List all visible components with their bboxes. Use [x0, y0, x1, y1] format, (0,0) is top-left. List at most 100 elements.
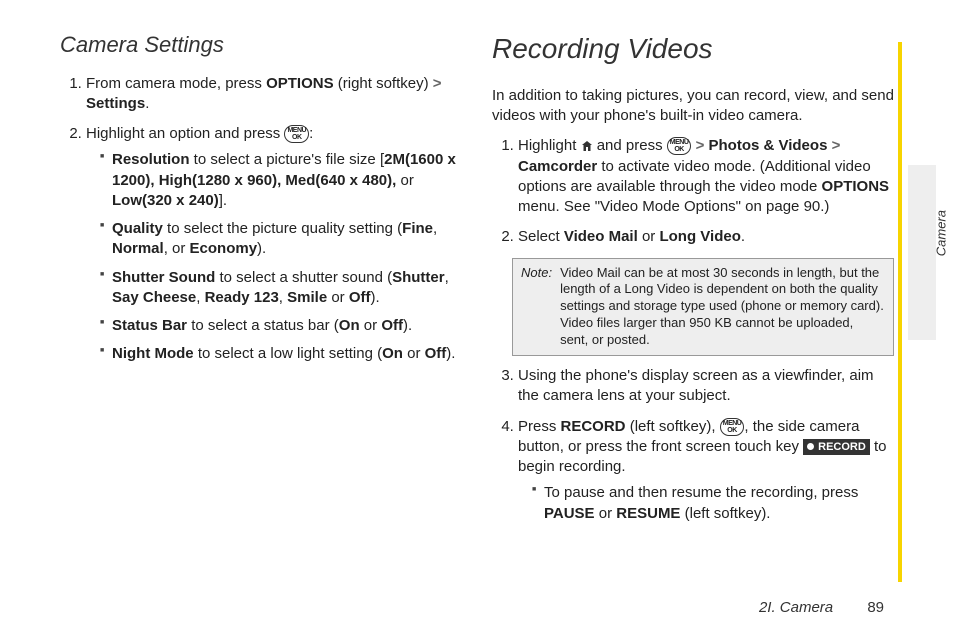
option-quality: Quality to select the picture quality se…: [100, 219, 462, 260]
value: Off: [349, 289, 371, 306]
text: Select: [518, 228, 564, 245]
accent-rule: [898, 42, 902, 582]
label: Resolution: [112, 151, 190, 168]
substeps: To pause and then resume the recording, …: [518, 483, 894, 524]
text: ).: [257, 240, 266, 257]
menu-ok-icon: MENUOK: [667, 137, 692, 155]
text: , or: [164, 240, 190, 257]
value: Ready 123: [205, 289, 279, 306]
text: or: [327, 289, 349, 306]
text: ].: [219, 192, 227, 209]
step-4: Press RECORD (left softkey), MENUOK, the…: [518, 417, 894, 524]
recording-steps-cont: Using the phone's display screen as a vi…: [492, 366, 894, 524]
text: ,: [433, 220, 437, 237]
text: ,: [445, 269, 449, 286]
note-label: Note:: [521, 265, 552, 349]
recording-steps: Highlight and press MENUOK > Photos & Vi…: [492, 136, 894, 247]
menu-ok-icon: MENUOK: [720, 418, 745, 436]
heading-recording-videos: Recording Videos: [492, 30, 894, 68]
note-box: Note: Video Mail can be at most 30 secon…: [512, 258, 894, 356]
gt-icon: >: [433, 75, 442, 92]
text: Highlight: [518, 137, 581, 154]
pause-key: PAUSE: [544, 505, 595, 522]
substep-pause-resume: To pause and then resume the recording, …: [532, 483, 894, 524]
side-section-label: Camera: [933, 210, 948, 256]
option-list: Resolution to select a picture's file si…: [86, 150, 462, 364]
text: to select a picture's file size [: [190, 151, 385, 168]
right-column: Recording Videos In addition to taking p…: [492, 30, 894, 616]
gt-icon: >: [696, 137, 705, 154]
text: Press: [518, 418, 561, 435]
text: to select a status bar (: [187, 317, 339, 334]
text: to select a low light setting (: [194, 345, 382, 362]
text: From camera mode, press: [86, 75, 266, 92]
value: Shutter: [392, 269, 445, 286]
option-resolution: Resolution to select a picture's file si…: [100, 150, 462, 211]
left-column: Camera Settings From camera mode, press …: [60, 30, 462, 616]
text: (right softkey): [334, 75, 433, 92]
value: On: [339, 317, 360, 334]
side-tab: [908, 165, 936, 340]
text: or: [360, 317, 382, 334]
step-2: Highlight an option and press MENUOK: Re…: [86, 124, 462, 365]
label: Status Bar: [112, 317, 187, 334]
label: Quality: [112, 220, 163, 237]
page: Camera Settings From camera mode, press …: [0, 0, 954, 636]
option-night-mode: Night Mode to select a low light setting…: [100, 344, 462, 364]
text: or: [396, 172, 414, 189]
text: Highlight an option and press: [86, 125, 284, 142]
settings-key: Settings: [86, 95, 145, 112]
text: menu. See "Video Mode Options" on page 9…: [518, 198, 829, 215]
value: Normal: [112, 240, 164, 257]
text: ,: [279, 289, 287, 306]
options-key: OPTIONS: [822, 178, 890, 195]
heading-camera-settings: Camera Settings: [60, 30, 462, 60]
home-icon: [581, 140, 593, 152]
record-key: RECORD: [561, 418, 626, 435]
menu-ok-icon: MENUOK: [284, 125, 309, 143]
option-shutter-sound: Shutter Sound to select a shutter sound …: [100, 268, 462, 309]
page-number: 89: [867, 599, 884, 616]
text: or: [595, 505, 617, 522]
text: (left softkey).: [680, 505, 770, 522]
note-body: Video Mail can be at most 30 seconds in …: [560, 265, 885, 349]
footer-section: 2I. Camera: [759, 599, 833, 616]
camera-settings-steps: From camera mode, press OPTIONS (right s…: [60, 74, 462, 365]
value: Low(320 x 240): [112, 192, 219, 209]
text: to select a shutter sound (: [215, 269, 392, 286]
text: ).: [403, 317, 412, 334]
value: Fine: [402, 220, 433, 237]
text: or: [403, 345, 425, 362]
text: (left softkey),: [626, 418, 720, 435]
options-key: OPTIONS: [266, 75, 334, 92]
label: Night Mode: [112, 345, 194, 362]
text: To pause and then resume the recording, …: [544, 484, 858, 501]
value: Off: [425, 345, 447, 362]
photos-videos-key: Photos & Videos: [709, 137, 828, 154]
text: .: [145, 95, 149, 112]
resume-key: RESUME: [616, 505, 680, 522]
text: ).: [446, 345, 455, 362]
page-footer: 2I. Camera 89: [759, 599, 884, 616]
camcorder-key: Camcorder: [518, 158, 597, 175]
step-1: Highlight and press MENUOK > Photos & Vi…: [518, 136, 894, 217]
value: Economy: [190, 240, 258, 257]
video-mail-key: Video Mail: [564, 228, 638, 245]
value: Smile: [287, 289, 327, 306]
label: Shutter Sound: [112, 269, 215, 286]
record-touch-key-icon: RECORD: [803, 439, 870, 455]
long-video-key: Long Video: [659, 228, 740, 245]
text: ,: [196, 289, 204, 306]
value: Say Cheese: [112, 289, 196, 306]
text: :: [309, 125, 313, 142]
text: or: [638, 228, 660, 245]
step-1: From camera mode, press OPTIONS (right s…: [86, 74, 462, 115]
option-status-bar: Status Bar to select a status bar (On or…: [100, 316, 462, 336]
value: Off: [381, 317, 403, 334]
text: .: [741, 228, 745, 245]
step-3: Using the phone's display screen as a vi…: [518, 366, 894, 407]
text: and press: [593, 137, 667, 154]
value: On: [382, 345, 403, 362]
step-2: Select Video Mail or Long Video.: [518, 227, 894, 247]
gt-icon: >: [832, 137, 841, 154]
